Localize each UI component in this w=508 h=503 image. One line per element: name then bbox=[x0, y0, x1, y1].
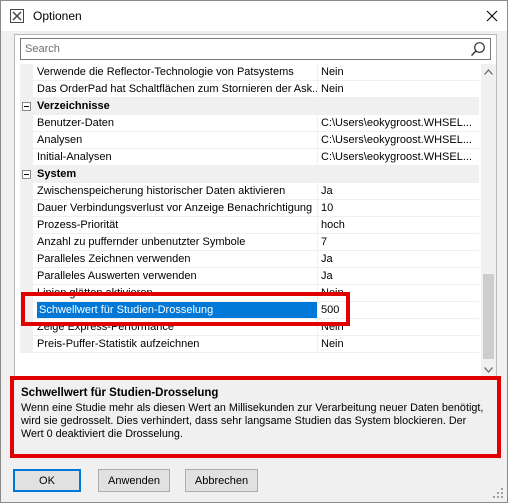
property-name: Benutzer-Daten bbox=[37, 117, 115, 129]
ok-button[interactable]: OK bbox=[13, 469, 81, 492]
property-row[interactable]: Benutzer-Daten C:\Users\eokygroost.WHSEL… bbox=[20, 115, 479, 132]
description-panel: Schwellwert für Studien-Drosselung Wenn … bbox=[14, 381, 497, 454]
property-value[interactable]: Nein bbox=[321, 336, 477, 353]
property-row[interactable]: Paralleles Auswerten verwenden Ja bbox=[20, 268, 479, 285]
property-name: Dauer Verbindungsverlust vor Anzeige Ben… bbox=[37, 202, 313, 214]
property-value[interactable]: 7 bbox=[321, 234, 477, 251]
resize-grip-icon[interactable] bbox=[492, 487, 504, 499]
property-value[interactable]: C:\Users\eokygroost.WHSEL... bbox=[321, 132, 477, 149]
property-panel: Verwende die Reflector-Technologie von P… bbox=[14, 34, 497, 380]
category-verzeichnisse[interactable]: Verzeichnisse bbox=[20, 98, 479, 115]
description-title: Schwellwert für Studien-Drosselung bbox=[21, 387, 219, 399]
property-name: Prozess-Priorität bbox=[37, 219, 119, 231]
property-grid[interactable]: Verwende die Reflector-Technologie von P… bbox=[20, 64, 479, 378]
property-name: Zwischenspeicherung historischer Daten a… bbox=[37, 185, 286, 197]
close-icon bbox=[486, 10, 498, 22]
property-row[interactable]: Prozess-Priorität hoch bbox=[20, 217, 479, 234]
description-text: Wenn eine Studie mehr als diesen Wert an… bbox=[21, 402, 484, 440]
vertical-scrollbar[interactable] bbox=[481, 64, 496, 378]
scroll-up-button[interactable] bbox=[481, 64, 496, 80]
property-value[interactable]: hoch bbox=[321, 217, 477, 234]
apply-button[interactable]: Anwenden bbox=[98, 469, 170, 492]
property-name: Verwende die Reflector-Technologie von P… bbox=[37, 66, 294, 78]
property-row[interactable]: Anzahl zu puffernder unbenutzter Symbole… bbox=[20, 234, 479, 251]
collapse-toggle-icon[interactable] bbox=[22, 102, 31, 111]
cancel-button[interactable]: Abbrechen bbox=[185, 469, 258, 492]
property-row[interactable]: Analysen C:\Users\eokygroost.WHSEL... bbox=[20, 132, 479, 149]
property-value[interactable]: Ja bbox=[321, 268, 477, 285]
property-value[interactable]: C:\Users\eokygroost.WHSEL... bbox=[321, 115, 477, 132]
close-button[interactable] bbox=[477, 1, 507, 31]
property-row[interactable]: Zwischenspeicherung historischer Daten a… bbox=[20, 183, 479, 200]
scrollbar-thumb[interactable] bbox=[483, 274, 494, 359]
app-icon bbox=[9, 8, 25, 24]
property-name: Anzahl zu puffernder unbenutzter Symbole bbox=[37, 236, 246, 248]
property-value[interactable]: Ja bbox=[321, 251, 477, 268]
property-row[interactable]: Initial-Analysen C:\Users\eokygroost.WHS… bbox=[20, 149, 479, 166]
property-value[interactable]: C:\Users\eokygroost.WHSEL... bbox=[321, 149, 477, 166]
property-row[interactable]: Dauer Verbindungsverlust vor Anzeige Ben… bbox=[20, 200, 479, 217]
property-value[interactable]: 10 bbox=[321, 200, 477, 217]
chevron-down-icon bbox=[484, 367, 493, 373]
property-name: Paralleles Auswerten verwenden bbox=[37, 270, 197, 282]
category-label: System bbox=[37, 168, 77, 180]
property-name: Paralleles Zeichnen verwenden bbox=[37, 253, 191, 265]
window-title: Optionen bbox=[33, 9, 82, 23]
property-value[interactable]: Nein bbox=[321, 64, 477, 81]
property-name: Preis-Puffer-Statistik aufzeichnen bbox=[37, 338, 200, 350]
title-bar: Optionen bbox=[1, 1, 507, 31]
highlight-box-selected-row bbox=[21, 292, 350, 326]
property-row[interactable]: Paralleles Zeichnen verwenden Ja bbox=[20, 251, 479, 268]
property-name: Analysen bbox=[37, 134, 83, 146]
property-row[interactable]: Das OrderPad hat Schaltflächen zum Storn… bbox=[20, 81, 479, 98]
property-name: Das OrderPad hat Schaltflächen zum Storn… bbox=[37, 83, 317, 95]
search-input[interactable] bbox=[21, 39, 466, 59]
search-icon bbox=[471, 42, 485, 56]
options-dialog: Optionen Verwende die Reflector-Technolo… bbox=[0, 0, 508, 503]
property-value[interactable]: Ja bbox=[321, 183, 477, 200]
category-label: Verzeichnisse bbox=[37, 100, 110, 112]
search-button[interactable] bbox=[469, 40, 487, 58]
category-system[interactable]: System bbox=[20, 166, 479, 183]
search-box[interactable] bbox=[20, 38, 491, 60]
property-name: Initial-Analysen bbox=[37, 151, 112, 163]
property-row[interactable]: Verwende die Reflector-Technologie von P… bbox=[20, 64, 479, 81]
property-value[interactable]: Nein bbox=[321, 81, 477, 98]
chevron-up-icon bbox=[484, 69, 493, 75]
collapse-toggle-icon[interactable] bbox=[22, 170, 31, 179]
property-row[interactable]: Preis-Puffer-Statistik aufzeichnen Nein bbox=[20, 336, 479, 353]
